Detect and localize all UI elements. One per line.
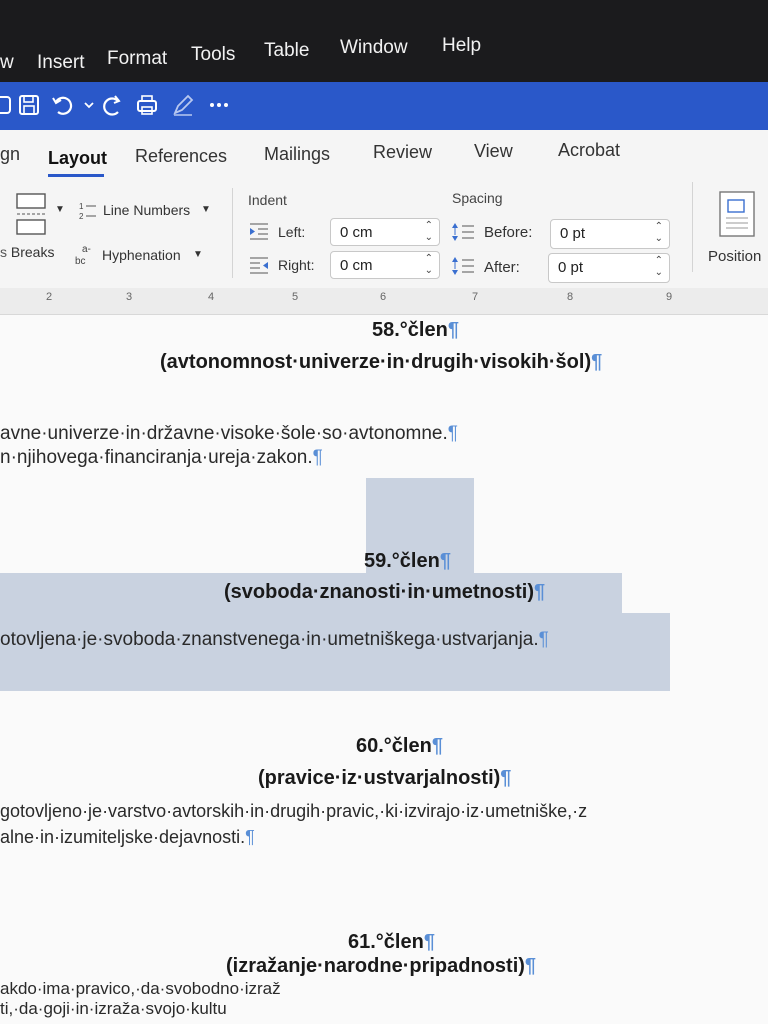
ruler-number: 6: [380, 291, 387, 303]
svg-text:1: 1: [79, 202, 84, 211]
home-icon[interactable]: [0, 92, 16, 118]
spacing-after-icon: [450, 255, 476, 282]
svg-text:bc: bc: [75, 256, 86, 266]
menu-bar: w Insert Format Tools Table Window Help: [0, 0, 768, 82]
tab-design[interactable]: gn: [0, 144, 20, 165]
selection-highlight: [0, 613, 670, 691]
indent-left-label: Left:: [278, 224, 306, 240]
menu-help[interactable]: Help: [442, 35, 481, 57]
tab-acrobat[interactable]: Acrobat: [558, 140, 620, 161]
article-60-subtitle: (pravice·iz·ustvarjalnosti)¶: [258, 767, 512, 789]
ruler-number: 3: [126, 291, 133, 303]
svg-text:a-: a-: [82, 244, 91, 255]
ruler-number: 9: [666, 291, 673, 303]
stepper-icon[interactable]: ⌃ ⌄: [425, 220, 433, 244]
spacing-before-input[interactable]: 0 pt ⌃ ⌄: [550, 219, 670, 249]
undo-icon[interactable]: [50, 92, 76, 118]
article-61-subtitle: (izražanje·narodne·pripadnosti)¶: [226, 955, 537, 977]
spacing-before-icon: [450, 221, 476, 248]
spacing-after-label: After:: [484, 259, 520, 276]
hyphenation-icon[interactable]: a-bc: [74, 242, 98, 271]
tab-layout[interactable]: Layout: [48, 148, 107, 169]
article-60-paragraph: alne·in·izumiteljske·dejavnosti.¶: [0, 827, 255, 847]
spacing-before-label: Before:: [484, 224, 533, 241]
horizontal-ruler[interactable]: 2 3 4 5 6 7 8 9: [0, 288, 768, 315]
position-icon[interactable]: [718, 190, 758, 243]
svg-text:2: 2: [79, 212, 84, 221]
ruler-number: 7: [472, 291, 479, 303]
active-tab-indicator: [48, 174, 104, 177]
ruler-number: 2: [46, 291, 53, 303]
menu-window[interactable]: Window: [340, 37, 408, 59]
indent-right-icon: [248, 256, 270, 279]
ruler-number: 8: [567, 291, 574, 303]
pen-icon[interactable]: [170, 92, 196, 118]
article-58-title: 58.°člen¶: [372, 319, 459, 341]
breaks-label[interactable]: s Breaks: [0, 244, 54, 260]
article-59-title: 59.°člen¶: [364, 550, 451, 572]
tab-mailings[interactable]: Mailings: [264, 144, 330, 165]
article-61-paragraph: ti,·da·goji·in·izraža·svojo·kultu: [0, 999, 227, 1018]
save-icon[interactable]: [16, 92, 42, 118]
indent-title: Indent: [248, 192, 287, 208]
article-60-paragraph: gotovljeno·je·varstvo·avtorskih·in·drugi…: [0, 801, 588, 821]
spacing-after-input[interactable]: 0 pt ⌃ ⌄: [548, 253, 670, 283]
menu-insert[interactable]: Insert: [37, 52, 85, 74]
position-label[interactable]: Position: [708, 248, 761, 265]
article-59-subtitle: (svoboda·znanosti·in·umetnosti)¶: [224, 581, 546, 603]
line-numbers-dropdown-icon[interactable]: ▼: [201, 204, 211, 215]
indent-right-input[interactable]: 0 cm ⌃ ⌄: [330, 251, 440, 279]
menu-format[interactable]: Format: [107, 48, 167, 70]
article-58-paragraph: avne·univerze·in·državne·visoke·šole·so·…: [0, 423, 458, 444]
indent-left-icon: [248, 222, 270, 245]
line-numbers-label[interactable]: Line Numbers: [103, 202, 190, 218]
redo-icon[interactable]: [100, 92, 126, 118]
menu-view[interactable]: w: [0, 52, 14, 74]
hyphenation-label[interactable]: Hyphenation: [102, 247, 181, 263]
ribbon-divider: [692, 182, 693, 272]
ruler-number: 5: [292, 291, 299, 303]
tab-view[interactable]: View: [474, 141, 513, 162]
breaks-dropdown-icon[interactable]: ▼: [55, 204, 65, 215]
menu-table[interactable]: Table: [264, 40, 309, 62]
stepper-icon[interactable]: ⌃ ⌄: [425, 253, 433, 277]
ribbon: gn Layout References Mailings Review Vie…: [0, 130, 768, 291]
hyphenation-dropdown-icon[interactable]: ▼: [193, 249, 203, 260]
title-bar: [0, 82, 768, 130]
ribbon-divider: [232, 188, 233, 278]
article-61-paragraph: akdo·ima·pravico,·da·svobodno·izraž: [0, 979, 281, 998]
indent-right-label: Right:: [278, 257, 315, 273]
document-page[interactable]: 58.°člen¶ (avtonomnost·univerze·in·drugi…: [0, 315, 768, 1024]
stepper-icon[interactable]: ⌃ ⌄: [655, 221, 663, 245]
article-58-paragraph: n·njihovega·financiranja·ureja·zakon.¶: [0, 447, 323, 468]
spacing-title: Spacing: [452, 190, 503, 206]
more-icon[interactable]: [206, 92, 232, 118]
stepper-icon[interactable]: ⌃ ⌄: [655, 255, 663, 279]
menu-tools[interactable]: Tools: [191, 44, 235, 66]
breaks-icon[interactable]: [14, 192, 50, 241]
article-61-title: 61.°člen¶: [348, 931, 435, 953]
tab-review[interactable]: Review: [373, 142, 432, 163]
print-icon[interactable]: [134, 92, 160, 118]
article-60-title: 60.°člen¶: [356, 735, 443, 757]
tab-references[interactable]: References: [135, 146, 227, 167]
ruler-number: 4: [208, 291, 215, 303]
article-59-paragraph: otovljena·je·svoboda·znanstvenega·in·ume…: [0, 629, 549, 650]
indent-left-input[interactable]: 0 cm ⌃ ⌄: [330, 218, 440, 246]
line-numbers-icon[interactable]: 12: [78, 200, 98, 227]
article-58-subtitle: (avtonomnost·univerze·in·drugih·visokih·…: [160, 351, 603, 373]
undo-dropdown-icon[interactable]: [76, 92, 94, 118]
